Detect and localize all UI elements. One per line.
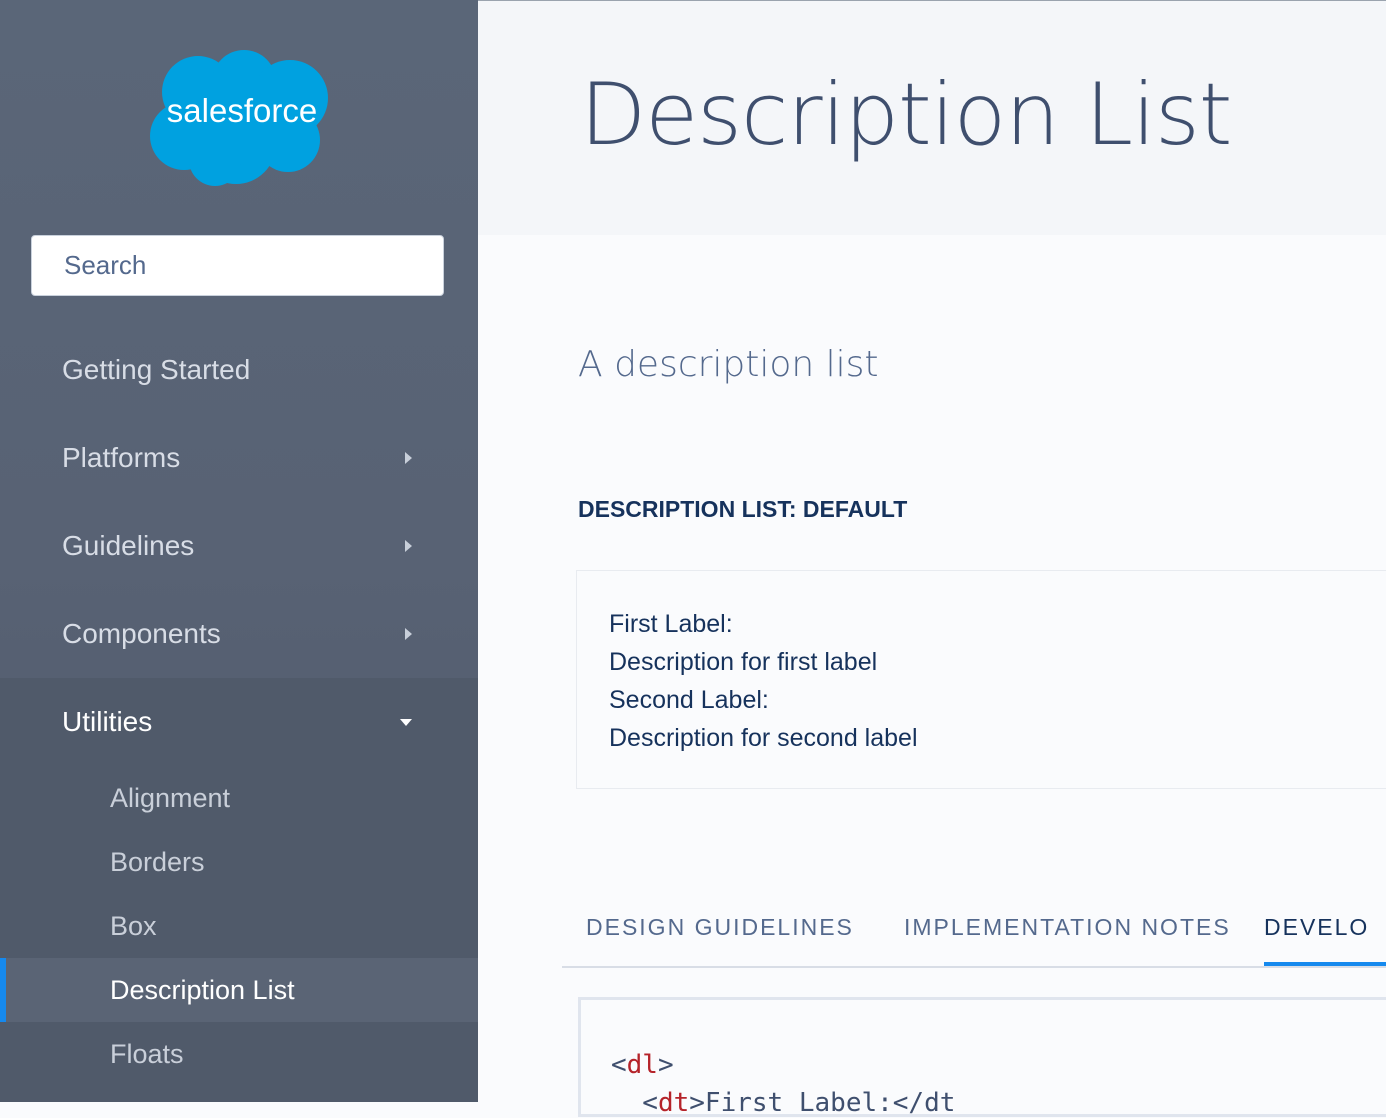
- dl-description: Description for first label: [609, 648, 878, 676]
- tab-label: IMPLEMENTATION NOTES: [904, 913, 1231, 940]
- nav-item-guidelines[interactable]: Guidelines: [0, 502, 478, 590]
- nav-item-label: Getting Started: [62, 354, 251, 385]
- nav-item-utilities[interactable]: Utilities: [0, 678, 478, 766]
- description-list: First Label: Description for first label…: [609, 605, 918, 757]
- code-line: <dl>: [611, 1050, 674, 1080]
- dl-term: Second Label:: [609, 686, 769, 714]
- dl-term: First Label:: [609, 610, 733, 638]
- nav-item-platforms[interactable]: Platforms: [0, 414, 478, 502]
- example-label: DESCRIPTION LIST: DEFAULT: [578, 496, 908, 522]
- sub-item-label: Borders: [110, 846, 205, 877]
- chevron-right-icon: [405, 540, 412, 552]
- main-content: Description List A description list DESC…: [478, 0, 1386, 1118]
- sub-item-alignment[interactable]: Alignment: [0, 766, 478, 830]
- dl-description: Description for second label: [609, 724, 918, 752]
- sub-item-borders[interactable]: Borders: [0, 830, 478, 894]
- code-block: <dl> <dt>First Label:</dt: [578, 997, 1386, 1118]
- sub-item-label: Description List: [110, 974, 295, 1005]
- nav-item-getting-started[interactable]: Getting Started: [0, 326, 478, 414]
- sub-item-description-list[interactable]: Description List: [0, 958, 478, 1022]
- nav-item-label: Platforms: [62, 442, 181, 473]
- tab-developer[interactable]: DEVELO: [1264, 890, 1386, 966]
- chevron-right-icon: [405, 628, 412, 640]
- example-preview: First Label: Description for first label…: [576, 570, 1386, 789]
- sub-item-label: Alignment: [110, 782, 231, 813]
- sub-item-floats[interactable]: Floats: [0, 1022, 478, 1086]
- sub-item-label: Floats: [110, 1038, 184, 1069]
- chevron-down-icon: [400, 719, 412, 726]
- sub-item-label: Box: [110, 910, 157, 941]
- tab-label: DESIGN GUIDELINES: [586, 913, 854, 940]
- nav-item-label: Utilities: [62, 706, 153, 737]
- chevron-right-icon: [405, 452, 412, 464]
- tab-design-guidelines[interactable]: DESIGN GUIDELINES: [586, 890, 854, 964]
- search-input[interactable]: [31, 235, 444, 296]
- section-title: A description list: [578, 344, 879, 385]
- sub-item-box[interactable]: Box: [0, 894, 478, 958]
- page-title: Description List: [580, 65, 1232, 165]
- nav-item-label: Components: [62, 618, 221, 649]
- tab-label: DEVELO: [1264, 913, 1370, 940]
- code-line: <dt>First Label:</dt: [611, 1088, 956, 1118]
- salesforce-logo[interactable]: salesforce: [140, 48, 338, 188]
- nav-item-label: Guidelines: [62, 530, 195, 561]
- tab-implementation-notes[interactable]: IMPLEMENTATION NOTES: [904, 890, 1231, 964]
- logo-text: salesforce: [167, 92, 317, 129]
- nav-item-components[interactable]: Components: [0, 590, 478, 678]
- sidebar: salesforce Getting Started Platforms Gui…: [0, 0, 478, 1102]
- docs-tabs: DESIGN GUIDELINES IMPLEMENTATION NOTES D…: [562, 890, 1386, 968]
- page-header: Description List: [478, 0, 1386, 235]
